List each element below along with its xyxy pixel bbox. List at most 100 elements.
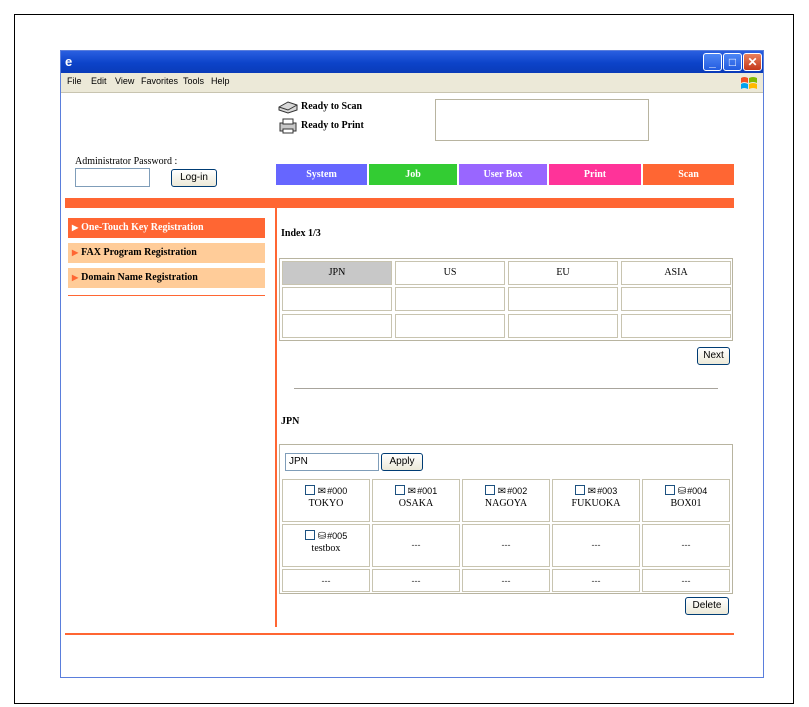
menu-favorites[interactable]: Favorites [141, 76, 178, 86]
index-tab-us[interactable]: US [395, 261, 505, 285]
index-empty-cell [621, 314, 731, 338]
minimize-button[interactable]: _ [703, 53, 722, 71]
sidebar-item-domain-name[interactable]: ▶ Domain Name Registration [68, 268, 265, 288]
login-button[interactable]: Log-in [171, 169, 217, 187]
mail-icon: ✉ [407, 486, 417, 497]
destination-number: #000 [327, 486, 348, 496]
empty-destination-cell: --- [552, 569, 640, 592]
destination-number: #004 [687, 486, 708, 496]
box-icon: ⛁ [317, 531, 327, 542]
empty-marker: --- [591, 576, 601, 586]
index-empty-cell [621, 287, 731, 311]
destination-name: FUKUOKA [571, 498, 621, 509]
checkbox[interactable] [664, 485, 675, 495]
destination-cell[interactable]: ✉#001 OSAKA [372, 479, 460, 522]
destination-cell[interactable]: ⛁#005 testbox [282, 524, 370, 567]
arrow-right-icon: ▶ [72, 273, 79, 282]
menu-tools[interactable]: Tools [183, 76, 204, 86]
empty-destination-cell: --- [642, 524, 730, 567]
index-tab-eu[interactable]: EU [508, 261, 618, 285]
tab-scan[interactable]: Scan [643, 164, 734, 185]
empty-destination-cell: --- [372, 569, 460, 592]
delete-button[interactable]: Delete [685, 597, 729, 615]
empty-destination-cell: --- [282, 569, 370, 592]
tab-user-box[interactable]: User Box [459, 164, 547, 185]
menu-bar: File Edit View Favorites Tools Help [61, 73, 763, 93]
destination-section-title: JPN [281, 416, 300, 427]
close-button[interactable]: ✕ [743, 53, 762, 71]
destination-name: testbox [311, 543, 341, 554]
header-divider-bar [65, 198, 734, 208]
empty-marker: --- [591, 540, 601, 550]
sidebar-item-label: FAX Program Registration [81, 247, 197, 258]
vertical-divider [275, 208, 277, 627]
empty-destination-cell: --- [642, 569, 730, 592]
index-empty-cell [508, 314, 618, 338]
menu-help[interactable]: Help [211, 76, 230, 86]
windows-flag-icon [741, 77, 757, 89]
checkbox[interactable] [394, 485, 405, 495]
next-button[interactable]: Next [697, 347, 730, 365]
print-status: Ready to Print [301, 120, 364, 131]
destination-name: OSAKA [398, 498, 434, 509]
checkbox[interactable] [574, 485, 585, 495]
destination-number: #002 [507, 486, 528, 496]
message-box [435, 99, 649, 141]
scan-status: Ready to Scan [301, 101, 363, 112]
empty-destination-cell: --- [372, 524, 460, 567]
empty-marker: --- [501, 576, 511, 586]
sidebar-item-label: Domain Name Registration [81, 272, 198, 283]
index-empty-cell [282, 287, 392, 311]
index-title: Index 1/3 [281, 228, 321, 239]
empty-destination-cell: --- [462, 524, 550, 567]
sidebar-divider [68, 295, 265, 296]
empty-marker: --- [411, 540, 421, 550]
empty-destination-cell: --- [552, 524, 640, 567]
index-empty-cell [395, 314, 505, 338]
empty-marker: --- [411, 576, 421, 586]
destination-cell[interactable]: ✉#000 TOKYO [282, 479, 370, 522]
destination-cell[interactable]: ✉#003 FUKUOKA [552, 479, 640, 522]
arrow-right-icon: ▶ [72, 248, 79, 257]
destination-cell[interactable]: ✉#002 NAGOYA [462, 479, 550, 522]
empty-marker: --- [321, 576, 331, 586]
menu-view[interactable]: View [115, 76, 134, 86]
index-tab-asia[interactable]: ASIA [621, 261, 731, 285]
menu-file[interactable]: File [67, 76, 82, 86]
destination-number: #001 [417, 486, 438, 496]
tab-print[interactable]: Print [549, 164, 641, 185]
index-empty-cell [395, 287, 505, 311]
printer-icon [279, 118, 297, 134]
empty-marker: --- [501, 540, 511, 550]
destination-name: NAGOYA [484, 498, 528, 509]
index-empty-cell [508, 287, 618, 311]
destination-cell[interactable]: ⛁#004 BOX01 [642, 479, 730, 522]
maximize-button[interactable]: □ [723, 53, 742, 71]
tab-job[interactable]: Job [369, 164, 457, 185]
footer-divider [65, 633, 734, 635]
filter-input[interactable]: JPN [285, 453, 379, 471]
section-divider [294, 388, 718, 389]
apply-button[interactable]: Apply [381, 453, 423, 471]
menu-edit[interactable]: Edit [91, 76, 107, 86]
checkbox[interactable] [304, 485, 315, 495]
admin-password-label: Administrator Password : [75, 156, 178, 167]
sidebar-item-fax-program[interactable]: ▶ FAX Program Registration [68, 243, 265, 263]
mail-icon: ✉ [497, 486, 507, 497]
box-icon: ⛁ [677, 486, 687, 497]
destination-name: BOX01 [670, 498, 702, 509]
mail-icon: ✉ [317, 486, 327, 497]
index-tab-jpn[interactable]: JPN [282, 261, 392, 285]
checkbox[interactable] [304, 530, 315, 540]
mail-icon: ✉ [587, 486, 597, 497]
admin-password-input[interactable] [75, 168, 150, 187]
page-content: Ready to Scan Ready to Print Administrat… [61, 94, 763, 677]
sidebar-item-label: One-Touch Key Registration [81, 222, 204, 233]
tab-system[interactable]: System [276, 164, 367, 185]
sidebar-item-one-touch-key[interactable]: ▶ One-Touch Key Registration [68, 218, 265, 238]
empty-marker: --- [681, 540, 691, 550]
checkbox[interactable] [484, 485, 495, 495]
destination-number: #005 [327, 531, 348, 541]
browser-window: e _ □ ✕ File Edit View Favorites Tools H… [60, 50, 764, 678]
destination-name: TOKYO [308, 498, 344, 509]
